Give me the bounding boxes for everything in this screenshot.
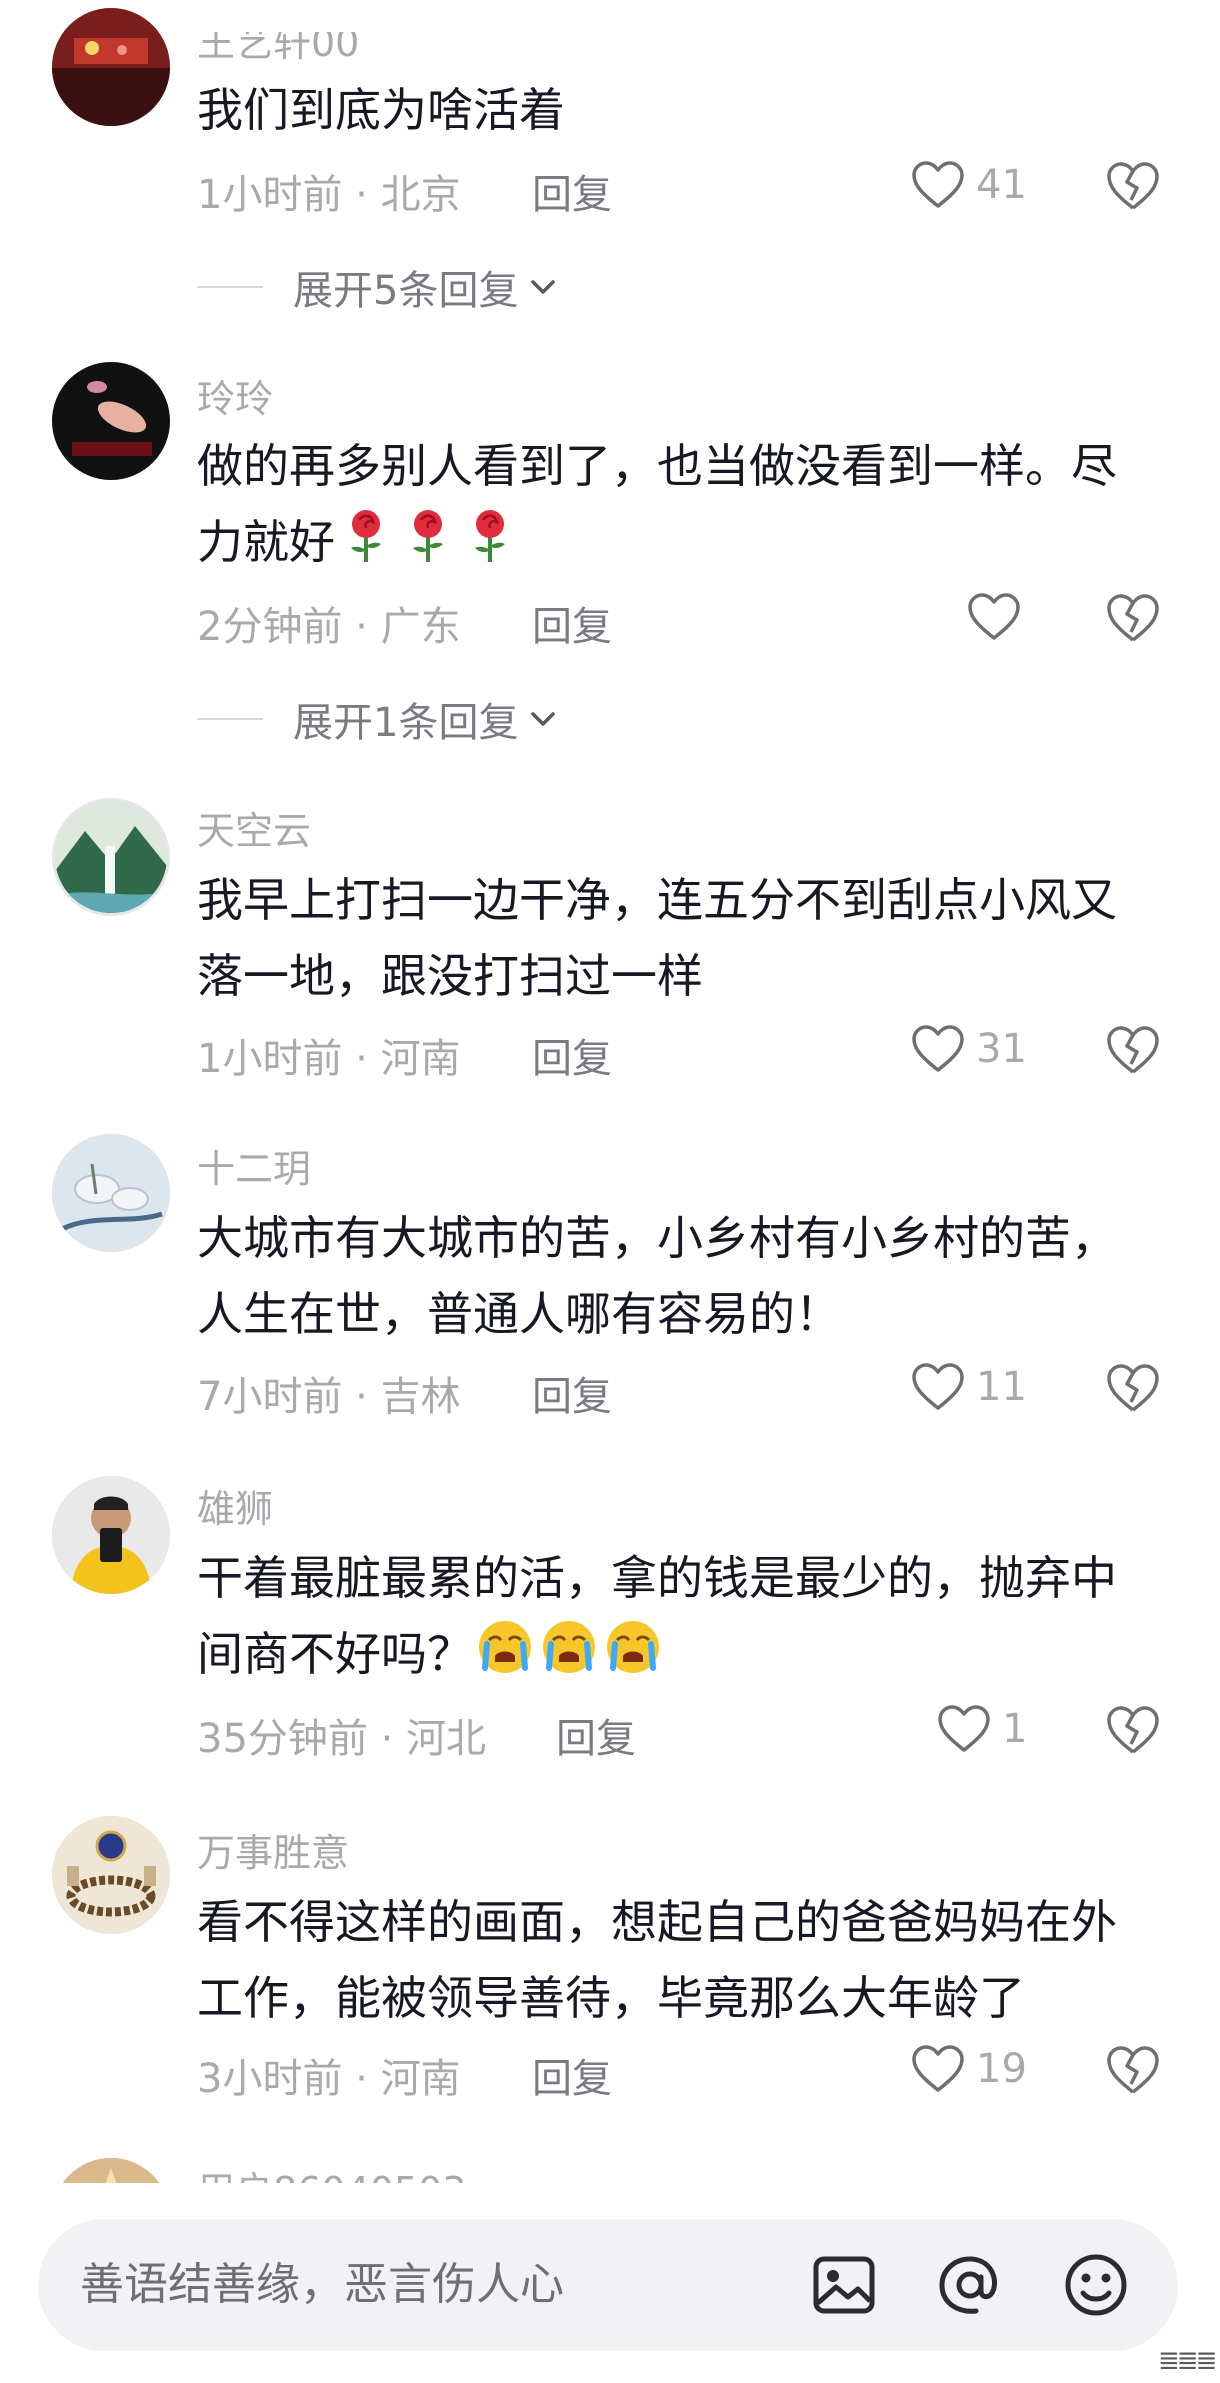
expand-replies-label: 展开5条回复	[293, 268, 519, 314]
expand-replies-label: 展开1条回复	[293, 700, 519, 746]
comment-location: 广东	[380, 604, 461, 650]
heart-outline-icon	[968, 593, 1020, 640]
heart-outline-icon	[912, 1025, 964, 1072]
broken-heart-icon[interactable]	[1105, 1704, 1161, 1758]
username[interactable]: 天空云	[197, 800, 311, 855]
username[interactable]: 十二玥	[197, 1138, 311, 1193]
comment-text: 我们到底为啥活着	[197, 83, 565, 137]
avatar[interactable]	[52, 798, 170, 916]
reply-button[interactable]: 回复	[532, 594, 612, 652]
comment-location: 河南	[380, 2056, 461, 2102]
expand-replies-button[interactable]: 展开1条回复	[197, 690, 560, 748]
meta-separator: ·	[342, 1374, 381, 1420]
comment-text-body: 做的再多别人看到了，也当做没看到一样。尽力就好	[197, 439, 1117, 569]
broken-heart-icon[interactable]	[1105, 2044, 1161, 2098]
like-button[interactable]: 31	[910, 1024, 1027, 1074]
comment-meta: 3小时前 · 河南	[197, 2046, 461, 2104]
meta-separator: ·	[342, 1036, 381, 1082]
like-button[interactable]: 41	[910, 160, 1027, 210]
like-button[interactable]: 1	[936, 1704, 1027, 1754]
comment-location: 河南	[380, 1036, 461, 1082]
comment-time: 2分钟前	[197, 604, 343, 650]
heart-outline-icon	[912, 1363, 964, 1410]
comment-time: 7小时前	[197, 1374, 343, 1420]
avatar[interactable]	[52, 8, 170, 126]
like-count: 31	[976, 1026, 1027, 1072]
like-count: 1	[1002, 1706, 1028, 1752]
comment-time: 35分钟前	[197, 1716, 368, 1762]
comment-meta: 1小时前 · 河南	[197, 1026, 461, 1084]
like-count: 11	[976, 1364, 1027, 1410]
broken-heart-icon[interactable]	[1105, 1024, 1161, 1078]
avatar[interactable]	[52, 1476, 170, 1594]
comment-time: 1小时前	[197, 172, 343, 218]
comment-meta: 7小时前 · 吉林	[197, 1364, 461, 1422]
divider	[197, 718, 263, 720]
chevron-down-icon	[531, 280, 556, 294]
username[interactable]: 玲玲	[197, 368, 273, 423]
crying-face-emoji	[539, 1618, 599, 1698]
meta-separator: ·	[342, 172, 381, 218]
crying-face-emoji	[475, 1618, 535, 1698]
like-button[interactable]: 11	[910, 1362, 1027, 1412]
comment-location: 吉林	[380, 1374, 461, 1420]
reply-button[interactable]: 回复	[532, 162, 612, 220]
comment-meta: 1小时前 · 北京	[197, 162, 461, 220]
comment-input[interactable]: 善语结善缘，恶言伤人心	[38, 2219, 1178, 2351]
at-icon[interactable]	[932, 2247, 1008, 2323]
username[interactable]: 万事胜意	[197, 1822, 349, 1877]
meta-separator: ·	[342, 604, 381, 650]
heart-outline-icon	[912, 2045, 964, 2092]
comment-text: 看不得这样的画面，想起自己的爸爸妈妈在外工作，能被领导善待，毕竟那么大年龄了	[197, 1895, 1117, 2025]
broken-heart-icon[interactable]	[1105, 592, 1161, 646]
username[interactable]: 王艺轩00	[197, 32, 359, 67]
broken-heart-icon[interactable]	[1105, 160, 1161, 214]
broken-heart-icon[interactable]	[1105, 1362, 1161, 1416]
meta-separator: ·	[342, 2056, 381, 2102]
comment-time: 3小时前	[197, 2056, 343, 2102]
avatar[interactable]	[52, 1816, 170, 1934]
rose-emoji	[399, 506, 457, 586]
reply-button[interactable]: 回复	[532, 1026, 612, 1084]
comment-text: 干着最脏最累的活，拿的钱是最少的，抛弃中间商不好吗？	[197, 1540, 1157, 1698]
comment-text: 大城市有大城市的苦，小乡村有小乡村的苦，人生在世，普通人哪有容易的！	[197, 1211, 1117, 1341]
expand-replies-button[interactable]: 展开5条回复	[197, 258, 560, 316]
watermark-glyph: ≣≣≣	[1158, 2346, 1217, 2376]
comment-meta: 2分钟前 · 广东	[197, 594, 461, 652]
like-count: 41	[976, 162, 1027, 208]
like-count: 19	[976, 2046, 1027, 2092]
comment-input-bar: 善语结善缘，恶言伤人心	[0, 2183, 1220, 2383]
comment-text: 我早上打扫一边干净，连五分不到刮点小风又落一地，跟没打扫过一样	[197, 873, 1117, 1003]
meta-separator: ·	[367, 1716, 407, 1762]
comment-meta: 35分钟前 · 河北	[197, 1706, 486, 1764]
avatar[interactable]	[52, 362, 170, 480]
crying-face-emoji	[603, 1618, 663, 1698]
reply-button[interactable]: 回复	[532, 1364, 612, 1422]
like-button[interactable]: 19	[910, 2044, 1027, 2094]
heart-outline-icon	[938, 1705, 990, 1752]
comment-time: 1小时前	[197, 1036, 343, 1082]
like-button[interactable]	[966, 592, 1032, 642]
rose-emoji	[337, 506, 395, 586]
chevron-down-icon	[531, 712, 556, 726]
comment-location: 河北	[406, 1716, 487, 1762]
divider	[197, 286, 263, 288]
reply-button[interactable]: 回复	[556, 1706, 636, 1764]
smiley-icon[interactable]	[1058, 2247, 1134, 2323]
image-icon[interactable]	[806, 2247, 882, 2323]
input-placeholder: 善语结善缘，恶言伤人心	[80, 2259, 564, 2310]
username[interactable]: 雄狮	[197, 1478, 273, 1533]
reply-button[interactable]: 回复	[532, 2046, 612, 2104]
rose-emoji	[461, 506, 519, 586]
comment-text: 做的再多别人看到了，也当做没看到一样。尽力就好	[197, 428, 1157, 586]
comment-location: 北京	[380, 172, 461, 218]
avatar[interactable]	[52, 1134, 170, 1252]
heart-outline-icon	[912, 161, 964, 208]
